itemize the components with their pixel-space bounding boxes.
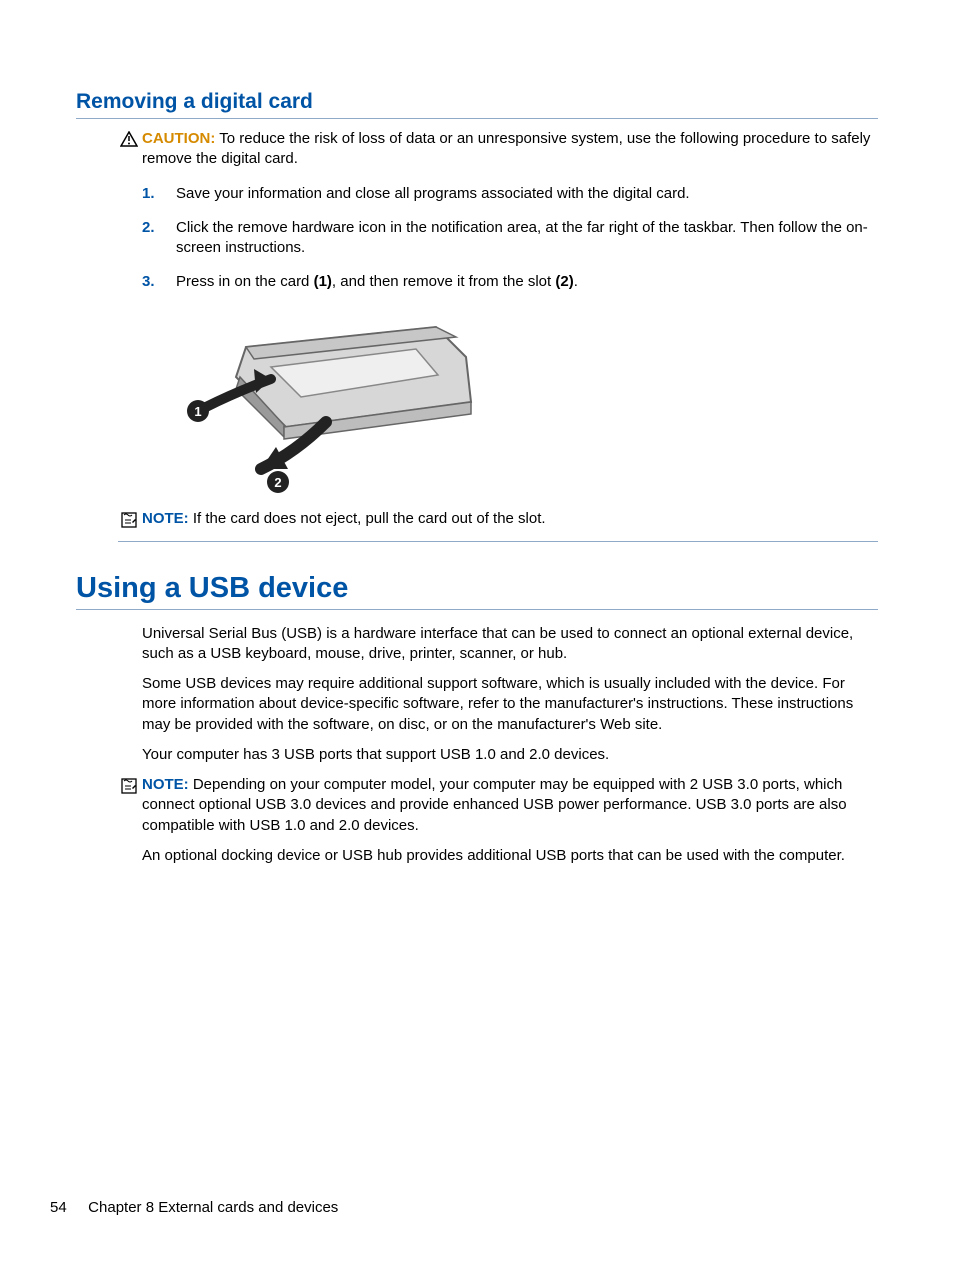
heading-using-usb-device: Using a USB device [76, 572, 878, 610]
note-callout: NOTE: Depending on your computer model, … [118, 775, 878, 836]
svg-text:1: 1 [194, 404, 201, 419]
heading-removing-digital-card: Removing a digital card [76, 90, 878, 119]
usb-ports-paragraph: Your computer has 3 USB ports that suppo… [142, 745, 878, 765]
step-text: Save your information and close all prog… [176, 184, 878, 204]
list-item: 3. Press in on the card (1), and then re… [142, 272, 878, 292]
note-text: If the card does not eject, pull the car… [189, 510, 546, 527]
card-removal-figure: 1 2 [176, 307, 476, 497]
usb-software-paragraph: Some USB devices may require additional … [142, 674, 878, 735]
caution-text: To reduce the risk of loss of data or an… [142, 130, 870, 167]
removal-steps-list: 1. Save your information and close all p… [142, 184, 878, 293]
list-item: 1. Save your information and close all p… [142, 184, 878, 204]
note-icon [118, 777, 140, 799]
svg-text:2: 2 [274, 475, 281, 490]
note-icon [118, 511, 140, 533]
caution-callout: CAUTION: To reduce the risk of loss of d… [118, 129, 878, 170]
caution-label: CAUTION: [142, 130, 215, 147]
usb-intro-paragraph: Universal Serial Bus (USB) is a hardware… [142, 624, 878, 665]
note-divider [118, 541, 878, 542]
step-number: 3. [142, 272, 176, 292]
manual-page: Removing a digital card CAUTION: To redu… [0, 0, 954, 1270]
caution-icon [118, 131, 140, 151]
step-number: 2. [142, 218, 176, 238]
page-number: 54 [50, 1199, 84, 1216]
list-item: 2. Click the remove hardware icon in the… [142, 218, 878, 259]
usb-docking-paragraph: An optional docking device or USB hub pr… [142, 846, 878, 866]
note-text: Depending on your computer model, your c… [142, 776, 847, 834]
note-label: NOTE: [142, 510, 189, 527]
note-callout: NOTE: If the card does not eject, pull t… [118, 509, 878, 533]
step-text: Click the remove hardware icon in the no… [176, 218, 878, 259]
step-number: 1. [142, 184, 176, 204]
step-text: Press in on the card (1), and then remov… [176, 272, 878, 292]
page-footer: 54 Chapter 8 External cards and devices [50, 1199, 338, 1216]
chapter-title: Chapter 8 External cards and devices [88, 1199, 338, 1216]
note-label: NOTE: [142, 776, 189, 793]
